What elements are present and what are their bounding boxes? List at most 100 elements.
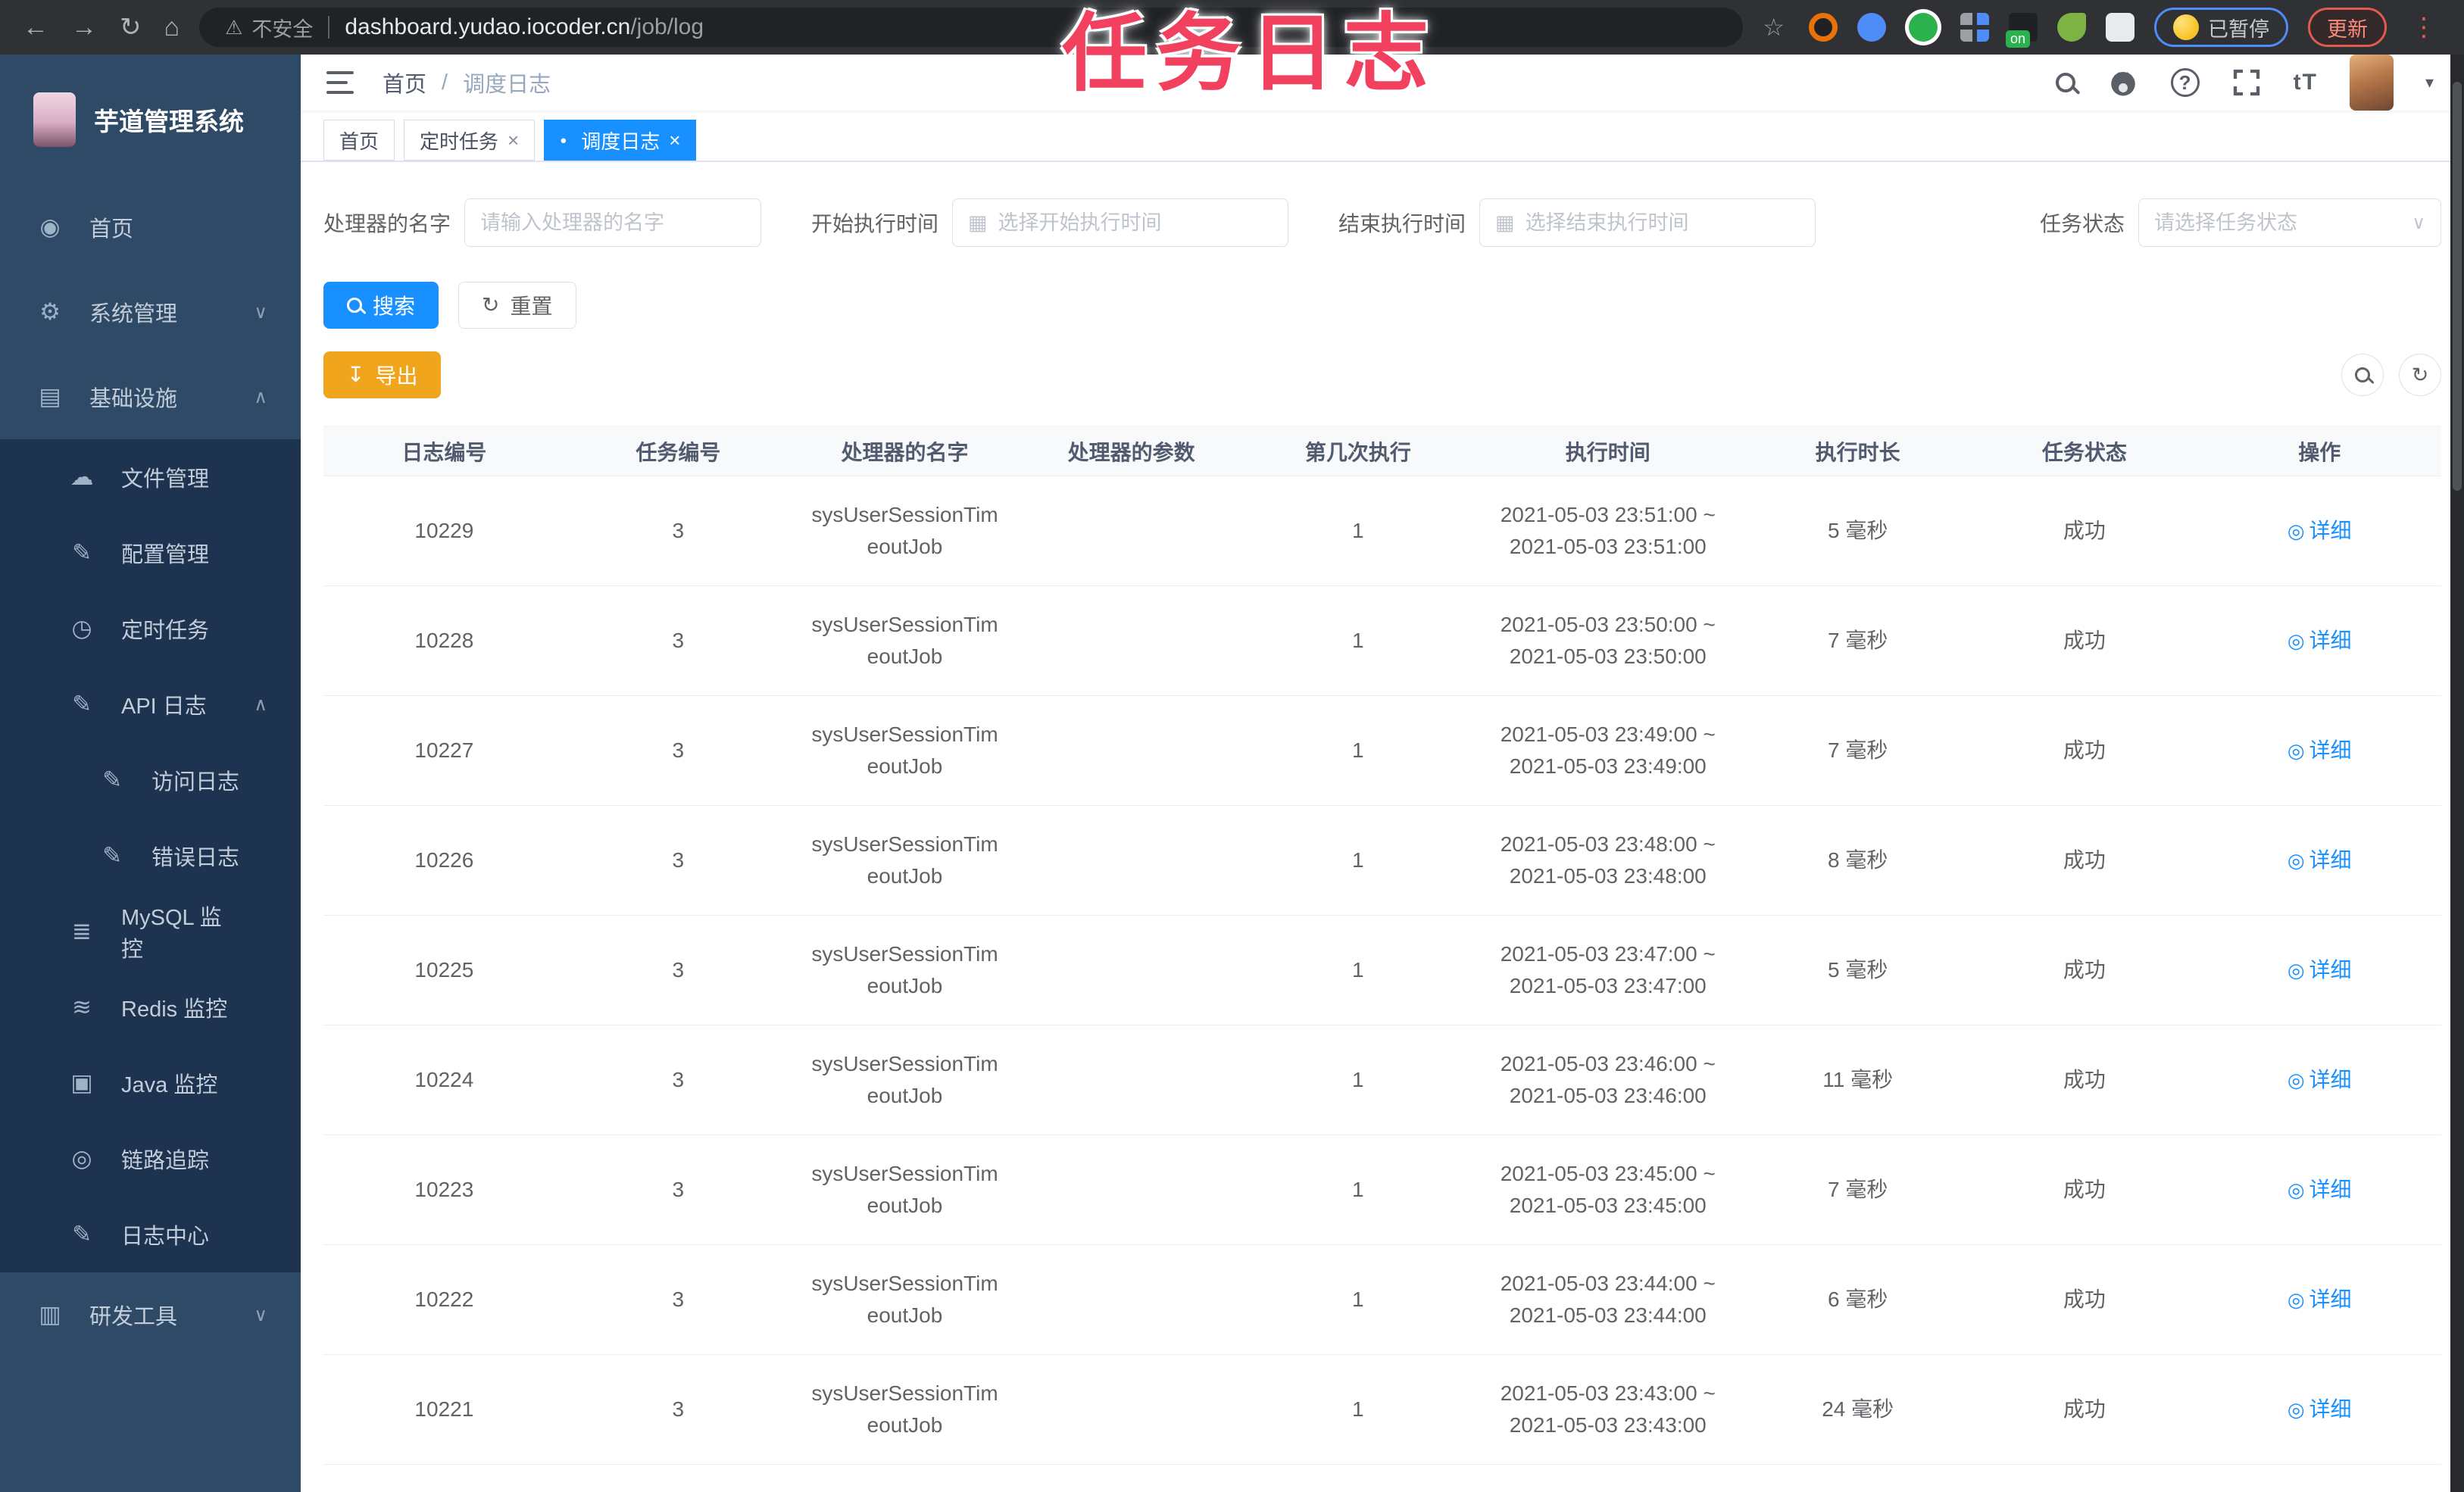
help-icon[interactable]: ? — [2170, 68, 2200, 97]
scrollbar-thumb[interactable] — [2453, 82, 2462, 491]
cell-count: 1 — [1244, 1464, 1472, 1492]
extension-icon-green-v[interactable] — [1909, 13, 1938, 42]
refresh-table-button[interactable]: ↻ — [2399, 354, 2441, 396]
extension-icon-blue[interactable] — [1857, 13, 1886, 42]
toggle-search-button[interactable] — [2341, 354, 2384, 396]
detail-link[interactable]: ◎ 详细 — [2288, 1394, 2352, 1425]
timer-icon: ◷ — [71, 615, 92, 641]
sidebar-item-java[interactable]: ▣ Java 监控 — [0, 1045, 301, 1121]
sidebar-item-log-center[interactable]: ✎ 日志中心 — [0, 1197, 301, 1272]
search-icon — [347, 298, 362, 313]
cell-param — [1018, 1354, 1245, 1465]
sidebar-item-home[interactable]: ◉ 首页 — [0, 185, 301, 270]
avatar-caret-down-icon[interactable]: ▾ — [2425, 73, 2434, 92]
table-header-row: 日志编号 任务编号 处理器的名字 处理器的参数 第几次执行 执行时间 执行时长 … — [323, 426, 2441, 476]
browser-forward-icon[interactable]: → — [71, 13, 97, 42]
font-size-icon[interactable]: tT — [2294, 70, 2318, 95]
cell-count: 1 — [1244, 476, 1472, 586]
update-label: 更新 — [2327, 17, 2368, 41]
tab-close-icon[interactable]: × — [507, 130, 519, 150]
begin-time-input[interactable] — [998, 211, 1273, 235]
col-header-job-id: 任务编号 — [564, 426, 792, 476]
search-button[interactable]: 搜索 — [323, 282, 439, 329]
chevron-icon: ∨ — [254, 1304, 267, 1325]
bookmark-star-icon[interactable]: ☆ — [1763, 13, 1785, 42]
cell-job-id: 3 — [564, 1464, 792, 1492]
tab-home[interactable]: ● 首页 — [323, 120, 395, 161]
github-icon[interactable] — [2107, 67, 2139, 98]
table-row: 10220 3 sysUserSessionTimeoutJob 1 2021-… — [323, 1464, 2441, 1492]
sidebar-item-file[interactable]: ☁ 文件管理 — [0, 439, 301, 515]
sidebar-item-label: 错误日志 — [151, 846, 240, 870]
detail-link[interactable]: ◎ 详细 — [2288, 954, 2352, 986]
table-row: 10224 3 sysUserSessionTimeoutJob 1 2021-… — [323, 1025, 2441, 1135]
detail-link[interactable]: ◎ 详细 — [2288, 844, 2352, 876]
detail-link[interactable]: ◎ 详细 — [2288, 1174, 2352, 1206]
sidebar-item-redis[interactable]: ≋ Redis 监控 — [0, 969, 301, 1045]
end-time-input[interactable] — [1525, 211, 1800, 235]
detail-link[interactable]: ◎ 详细 — [2288, 1064, 2352, 1096]
job-status-select[interactable]: ∨ — [2138, 198, 2441, 247]
page-scrollbar[interactable] — [2450, 55, 2464, 1492]
cell-job-id: 3 — [564, 476, 792, 586]
tab-scheduled-jobs[interactable]: ● 定时任务 × — [404, 120, 536, 161]
sidebar-item-config[interactable]: ✎ 配置管理 — [0, 515, 301, 591]
extensions-puzzle-icon[interactable] — [2106, 13, 2135, 42]
eye-icon: ◎ — [2287, 1398, 2305, 1421]
sidebar-item-label: Java 监控 — [121, 1073, 218, 1097]
sidebar: 芋道管理系统 ◉ 首页 ⚙ 系统管理 ∨ ▤ 基础设施 ∧ ☁ 文件管理 ✎ 配… — [0, 55, 301, 1492]
cell-exec-time: 2021-05-03 23:44:00 ~ 2021-05-03 23:44:0… — [1471, 1244, 1745, 1355]
sidebar-item-mysql[interactable]: ≣ MySQL 监控 — [0, 894, 301, 969]
browser-menu-icon[interactable]: ⋮ — [2411, 12, 2437, 42]
sidebar-item-infra[interactable]: ▤ 基础设施 ∧ — [0, 354, 301, 439]
sidebar-item-access-log[interactable]: ✎ 访问日志 — [0, 742, 301, 818]
reset-button[interactable]: ↻ 重置 — [458, 282, 576, 329]
extension-icon-on-switch[interactable]: on — [2006, 13, 2038, 48]
cell-status: 成功 — [1971, 1354, 2198, 1465]
sidebar-item-error-log[interactable]: ✎ 错误日志 — [0, 818, 301, 894]
extension-icon-leaf[interactable] — [2057, 13, 2086, 42]
handler-name-input[interactable] — [480, 211, 746, 235]
cell-count: 1 — [1244, 585, 1472, 696]
main-area: 首页 / 调度日志 ? tT ▾ 首页 定时任务 × ● 调度日志 × 处理器的… — [301, 55, 2464, 1492]
sidebar-item-api-log[interactable]: ✎ API 日志 ∧ — [0, 666, 301, 742]
sidebar-toggle-icon[interactable] — [326, 71, 354, 94]
fullscreen-icon[interactable] — [2231, 67, 2262, 98]
job-status-input[interactable] — [2154, 211, 2402, 235]
detail-link[interactable]: ◎ 详细 — [2288, 625, 2352, 657]
tab-close-icon[interactable]: × — [669, 130, 680, 150]
cell-status: 成功 — [1971, 1464, 2198, 1492]
cell-count: 1 — [1244, 1025, 1472, 1135]
detail-link-label: 详细 — [2309, 738, 2352, 762]
tab-job-log[interactable]: ● 调度日志 × — [544, 120, 697, 161]
user-avatar[interactable] — [2349, 55, 2394, 111]
extension-icon-grid[interactable] — [1960, 13, 1989, 42]
top-navbar: 首页 / 调度日志 ? tT ▾ — [301, 55, 2464, 111]
extension-icon-orange[interactable] — [1809, 13, 1838, 42]
browser-reload-icon[interactable]: ↻ — [120, 12, 142, 42]
sidebar-item-trace[interactable]: ◎ 链路追踪 — [0, 1121, 301, 1197]
detail-link[interactable]: ◎ 详细 — [2288, 1284, 2352, 1316]
handler-name-input-box — [464, 198, 762, 247]
sidebar-item-label: 链路追踪 — [121, 1149, 210, 1173]
search-icon — [2355, 367, 2370, 382]
browser-back-icon[interactable]: ← — [23, 13, 48, 42]
eye-icon: ◎ — [2287, 1069, 2305, 1091]
url-path: /job/log — [630, 14, 704, 39]
detail-link[interactable]: ◎ 详细 — [2288, 515, 2352, 547]
browser-update-button[interactable]: 更新 — [2308, 8, 2387, 47]
detail-link[interactable]: ◎ 详细 — [2288, 735, 2352, 766]
sidebar-item-system[interactable]: ⚙ 系统管理 ∨ — [0, 270, 301, 354]
address-bar[interactable]: ⚠ 不安全 dashboard.yudao.iocoder.cn /job/lo… — [199, 8, 1744, 47]
sidebar-item-devtools[interactable]: ▥ 研发工具 ∨ — [0, 1272, 301, 1357]
breadcrumb-home[interactable]: 首页 — [383, 67, 426, 98]
cell-exec-time: 2021-05-03 23:48:00 ~ 2021-05-03 23:48:0… — [1471, 805, 1745, 916]
page-content: 处理器的名字 开始执行时间 ▦ 结束执行时间 ▦ — [301, 162, 2464, 1492]
search-icon[interactable] — [2055, 73, 2075, 92]
cell-duration: 7 毫秒 — [1744, 585, 1972, 696]
app-logo[interactable]: 芋道管理系统 — [0, 55, 301, 185]
sidebar-item-job[interactable]: ◷ 定时任务 — [0, 591, 301, 666]
browser-home-icon[interactable]: ⌂ — [164, 13, 180, 42]
export-button[interactable]: ↧ 导出 — [323, 351, 442, 398]
profile-paused-badge[interactable]: 已暂停 — [2154, 8, 2288, 47]
